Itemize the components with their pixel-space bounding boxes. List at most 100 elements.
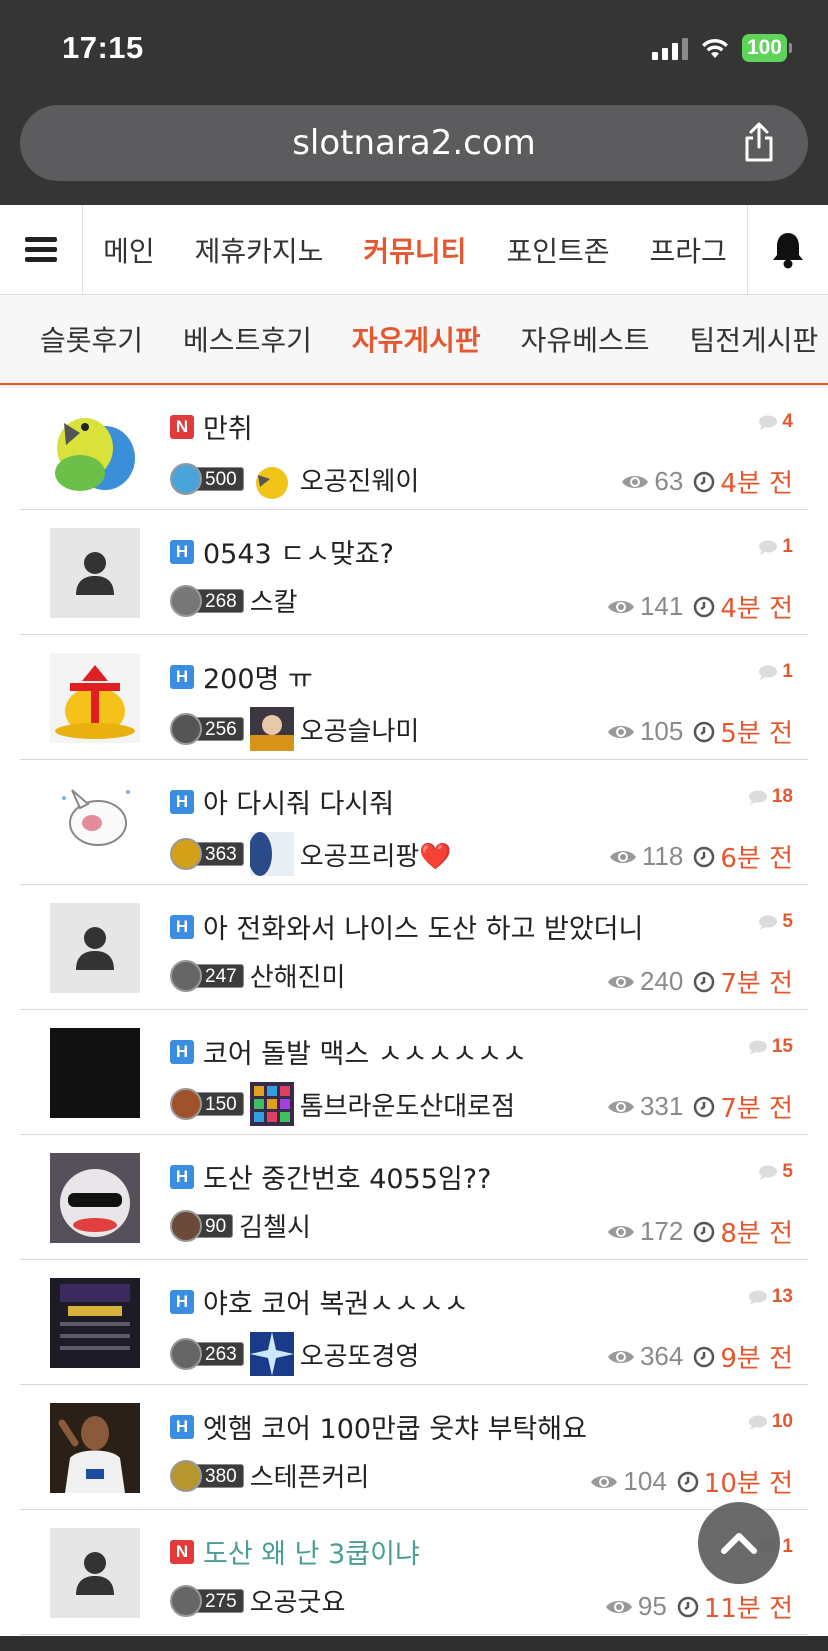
notification-button[interactable] bbox=[746, 204, 828, 295]
post-list: N 만취 4 500 오공진웨이 63 4분 전 H 0543 ㄷㅅ맞죠? 1 268 스칼 141 4분… bbox=[0, 385, 828, 1635]
post-thumbnail[interactable] bbox=[50, 1028, 140, 1118]
author-name[interactable]: 오공굿요 bbox=[250, 1582, 346, 1619]
post-title[interactable]: 아 다시줘 다시줘 bbox=[203, 782, 394, 821]
author-name[interactable]: 오공진웨이 bbox=[300, 461, 420, 498]
post-row[interactable]: H 0543 ㄷㅅ맞죠? 1 268 스칼 141 4분 전 bbox=[20, 510, 808, 635]
eye-icon bbox=[607, 725, 634, 738]
level-emblem-icon bbox=[170, 584, 202, 617]
author-name[interactable]: 김첼시 bbox=[239, 1207, 311, 1244]
view-count: 118 bbox=[609, 841, 683, 872]
main-nav-item[interactable]: 포인트존 bbox=[486, 230, 629, 270]
post-time-value: 10분 전 bbox=[703, 1469, 793, 1499]
post-title[interactable]: 도산 왜 난 3쿱이냐 bbox=[203, 1532, 420, 1571]
post-thumbnail[interactable] bbox=[50, 903, 140, 993]
post-row[interactable]: H 야호 코어 복권ㅅㅅㅅㅅ 13 263 오공또경영 364 9분 전 bbox=[20, 1260, 808, 1385]
author-name[interactable]: 오공슬나미 bbox=[300, 711, 420, 748]
post-row[interactable]: H 코어 돌발 맥스 ㅅㅅㅅㅅㅅㅅ 15 150 톰브라운도산대로점 331 7분 전 bbox=[20, 1010, 808, 1135]
author-line: 275 오공굿요 bbox=[170, 1582, 345, 1619]
level-badge: 150 bbox=[170, 1088, 244, 1120]
sub-nav-item[interactable]: 자유게시판 bbox=[332, 319, 501, 359]
post-title-line: N 도산 왜 난 3쿱이냐 bbox=[170, 1532, 420, 1571]
post-badge: H bbox=[170, 1414, 194, 1439]
post-thumbnail[interactable] bbox=[50, 403, 140, 493]
main-nav-item[interactable]: 메인 bbox=[83, 230, 175, 270]
author-name[interactable]: 산해진미 bbox=[250, 957, 346, 994]
post-row[interactable]: H 아 전화와서 나이스 도산 하고 받았더니 5 247 산해진미 240 7분 전 bbox=[20, 885, 808, 1010]
view-count-value: 172 bbox=[639, 1216, 684, 1246]
comment-icon bbox=[759, 415, 778, 430]
post-thumbnail[interactable] bbox=[50, 1278, 140, 1368]
post-time-value: 8분 전 bbox=[720, 1219, 793, 1249]
post-time: 6분 전 bbox=[693, 838, 793, 875]
sub-nav-item[interactable]: 팀전게시판 bbox=[669, 319, 828, 359]
post-row[interactable]: H 200명 ㅠ 1 256 오공슬나미 105 5분 전 bbox=[20, 635, 808, 760]
post-title[interactable]: 200명 ㅠ bbox=[203, 657, 313, 696]
level-emblem-icon bbox=[170, 1209, 202, 1242]
post-thumbnail[interactable] bbox=[50, 778, 140, 868]
author-name[interactable]: 스테픈커리 bbox=[250, 1457, 370, 1494]
post-meta: 364 9분 전 bbox=[607, 1338, 793, 1375]
view-count-value: 104 bbox=[623, 1466, 667, 1496]
menu-button[interactable] bbox=[0, 204, 84, 295]
author-name[interactable]: 오공프리팡❤️ bbox=[300, 836, 452, 873]
post-title[interactable]: 만취 bbox=[203, 407, 253, 446]
main-nav-item[interactable]: 제휴카지노 bbox=[175, 230, 344, 270]
post-title[interactable]: 코어 돌발 맥스 ㅅㅅㅅㅅㅅㅅ bbox=[203, 1032, 527, 1071]
sub-nav-item[interactable]: 슬롯후기 bbox=[20, 319, 163, 359]
eye-icon bbox=[605, 1600, 632, 1613]
post-badge: N bbox=[170, 1539, 194, 1564]
post-thumbnail[interactable] bbox=[50, 653, 140, 743]
comment-count: 5 bbox=[758, 1161, 793, 1183]
sub-nav-item[interactable]: 자유베스트 bbox=[501, 319, 670, 359]
post-title[interactable]: 엣햄 코어 100만쿱 웃챠 부탁해요 bbox=[203, 1407, 587, 1446]
post-title-line: N 만취 bbox=[170, 407, 253, 446]
level-badge: 363 bbox=[170, 838, 244, 870]
author-name[interactable]: 스칼 bbox=[250, 582, 298, 619]
sub-nav-item[interactable]: 베스트후기 bbox=[163, 319, 332, 359]
post-thumbnail[interactable] bbox=[50, 1528, 140, 1618]
comment-icon bbox=[759, 540, 778, 555]
post-time-value: 6분 전 bbox=[720, 844, 793, 874]
post-meta: 331 7분 전 bbox=[607, 1088, 793, 1125]
comment-count: 5 bbox=[758, 911, 793, 933]
url-bar[interactable]: slotnara2.com bbox=[20, 105, 808, 181]
author-line: 90 김첼시 bbox=[170, 1207, 311, 1244]
clock-icon bbox=[694, 1346, 715, 1367]
bottom-toolbar-edge bbox=[0, 1636, 828, 1651]
post-row[interactable]: N 도산 왜 난 3쿱이냐 1 275 오공굿요 95 11분 전 bbox=[20, 1510, 808, 1635]
post-meta: 172 8분 전 bbox=[607, 1213, 793, 1250]
post-row[interactable]: H 도산 중간번호 4055임?? 5 90 김첼시 172 8분 전 bbox=[20, 1135, 808, 1260]
author-line: 268 스칼 bbox=[170, 582, 298, 619]
post-time: 5분 전 bbox=[693, 713, 793, 750]
post-badge: H bbox=[170, 664, 194, 689]
clock-icon bbox=[677, 1596, 699, 1617]
main-nav-item[interactable]: 프라그 bbox=[630, 230, 747, 270]
post-time: 8분 전 bbox=[693, 1213, 793, 1250]
level-emblem-icon bbox=[170, 1584, 202, 1617]
level-emblem-icon bbox=[170, 959, 202, 992]
scroll-top-button[interactable] bbox=[698, 1502, 780, 1584]
post-row[interactable]: N 만취 4 500 오공진웨이 63 4분 전 bbox=[20, 385, 808, 510]
post-thumbnail[interactable] bbox=[50, 528, 140, 618]
hamburger-icon bbox=[25, 232, 58, 267]
post-title[interactable]: 0543 ㄷㅅ맞죠? bbox=[203, 532, 394, 571]
post-title[interactable]: 아 전화와서 나이스 도산 하고 받았더니 bbox=[203, 907, 643, 946]
post-title-line: H 도산 중간번호 4055임?? bbox=[170, 1157, 491, 1196]
author-line: 263 오공또경영 bbox=[170, 1332, 419, 1376]
comment-count-value: 10 bbox=[771, 1411, 793, 1432]
level-badge: 500 bbox=[170, 463, 244, 495]
author-name[interactable]: 톰브라운도산대로점 bbox=[300, 1086, 515, 1123]
post-title[interactable]: 야호 코어 복권ㅅㅅㅅㅅ bbox=[203, 1282, 469, 1321]
level-badge: 263 bbox=[170, 1338, 244, 1370]
author-name[interactable]: 오공또경영 bbox=[300, 1336, 420, 1373]
post-row[interactable]: H 아 다시줘 다시줘 18 363 오공프리팡❤️ 118 6분 전 bbox=[20, 760, 808, 885]
post-row[interactable]: H 엣햄 코어 100만쿱 웃챠 부탁해요 10 380 스테픈커리 104 10분 전 bbox=[20, 1385, 808, 1510]
comment-count: 18 bbox=[748, 786, 793, 808]
main-nav-item[interactable]: 커뮤니티 bbox=[343, 230, 486, 270]
post-title[interactable]: 도산 중간번호 4055임?? bbox=[203, 1157, 491, 1196]
post-time-value: 5분 전 bbox=[720, 719, 793, 749]
post-thumbnail[interactable] bbox=[50, 1403, 140, 1493]
comment-count-value: 18 bbox=[771, 786, 793, 807]
share-icon[interactable] bbox=[736, 119, 782, 165]
post-thumbnail[interactable] bbox=[50, 1153, 140, 1243]
